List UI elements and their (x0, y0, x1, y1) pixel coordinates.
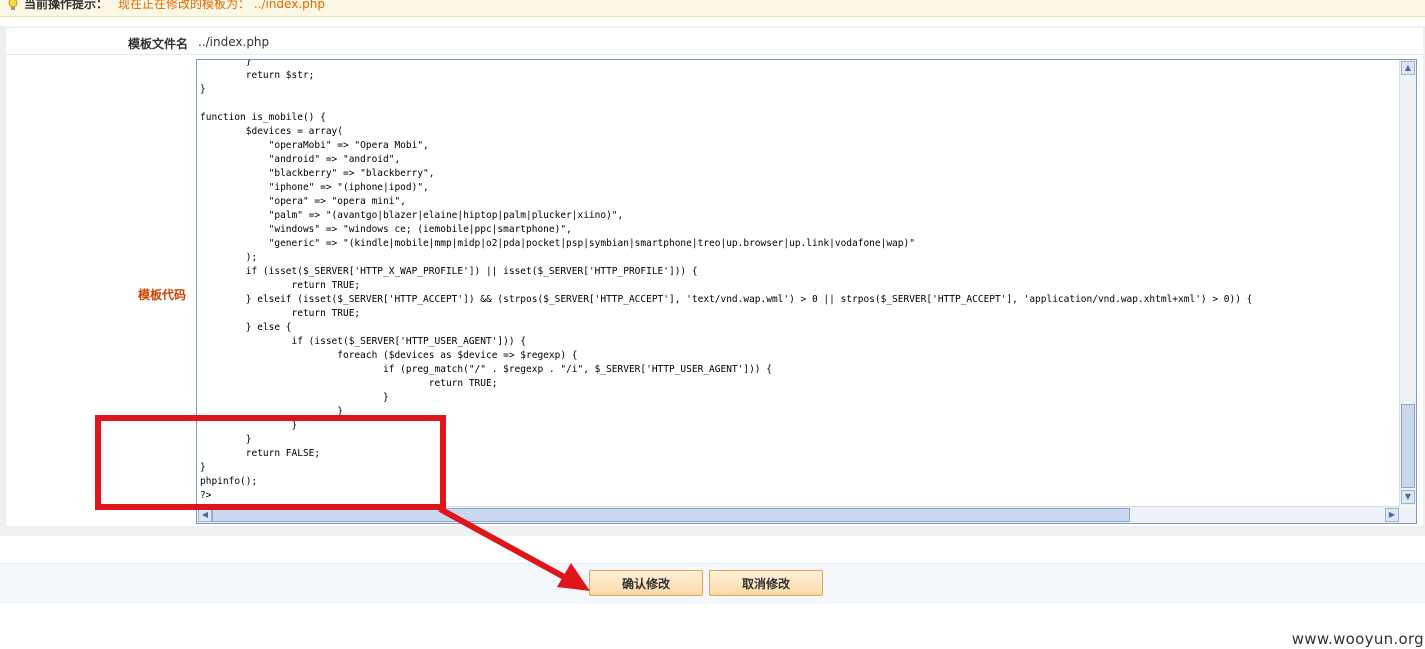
annotation-overlay (95, 415, 590, 591)
watermark: www.wooyun.org (1291, 630, 1424, 648)
highlight-box (95, 415, 446, 510)
annotation-arrow-line (438, 506, 568, 581)
